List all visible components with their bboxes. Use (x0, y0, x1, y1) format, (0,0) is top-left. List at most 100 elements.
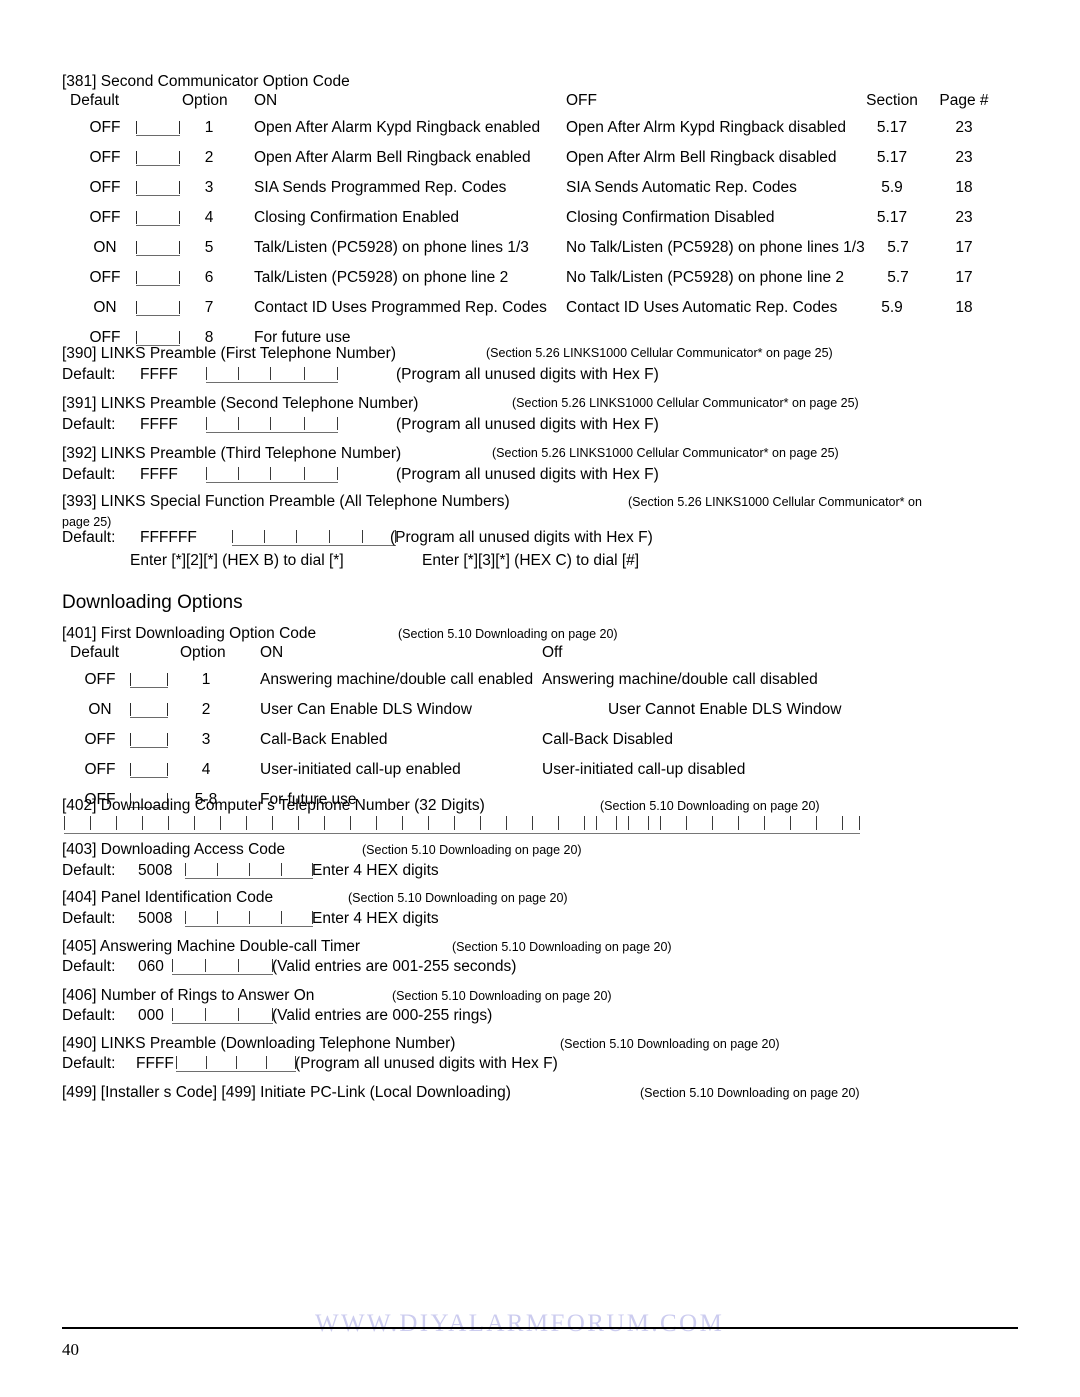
row-option-number: 8 (204, 329, 214, 346)
section-392-note: (Program all unused digits with Hex F) (396, 466, 659, 483)
section-405-note: (Valid entries are 001-255 seconds) (272, 958, 517, 975)
row-default: OFF (89, 179, 121, 196)
option-checkbox[interactable] (136, 210, 180, 228)
option-checkbox[interactable] (130, 732, 168, 750)
row-page: 23 (955, 119, 973, 136)
footer-divider (62, 1327, 1018, 1329)
option-checkbox[interactable] (136, 300, 180, 318)
row-off-text: User Cannot Enable DLS Window (608, 701, 842, 718)
section-406-reference: (Section 5.10 Downloading on page 20) (392, 989, 612, 1003)
row-page: 17 (955, 269, 973, 286)
section-392-reference: (Section 5.26 LINKS1000 Cellular Communi… (492, 446, 839, 460)
row-on-text: Call-Back Enabled (260, 731, 388, 748)
row-page: 23 (955, 209, 973, 226)
row-option-number: 3 (204, 179, 214, 196)
option-checkbox[interactable] (136, 120, 180, 138)
row-option-number: 6 (204, 269, 214, 286)
section-391-entry-field[interactable] (206, 416, 338, 434)
row-default: ON (93, 299, 117, 316)
section-403-title: [403] Downloading Access Code (62, 841, 286, 858)
table-row: OFF 1 Open After Alarm Kypd Ringback ena… (62, 115, 1018, 145)
section-490-default-value: FFFF (136, 1055, 174, 1072)
section-406-entry-field[interactable] (172, 1007, 273, 1025)
table-row: ON 7 Contact ID Uses Programmed Rep. Cod… (62, 295, 1018, 325)
row-page: 18 (955, 299, 973, 316)
row-default: ON (88, 701, 112, 718)
section-403-default-label: Default: (62, 862, 116, 879)
section-390-default-label: Default: (62, 366, 116, 383)
row-page: 23 (955, 149, 973, 166)
section-392-entry-field[interactable] (206, 466, 338, 484)
section-391-note: (Program all unused digits with Hex F) (396, 416, 659, 433)
row-on-text: Talk/Listen (PC5928) on phone lines 1/3 (254, 239, 529, 256)
section-406-default-value: 000 (138, 1007, 164, 1024)
section-405-reference: (Section 5.10 Downloading on page 20) (452, 940, 672, 954)
row-section: 5.9 (881, 299, 903, 316)
table-row: OFF 6 Talk/Listen (PC5928) on phone line… (62, 265, 1018, 295)
section-404-reference: (Section 5.10 Downloading on page 20) (348, 891, 568, 905)
row-section: 5.17 (876, 119, 908, 136)
section-381-table: Default Option ON OFF Section Page # OFF… (62, 93, 1018, 355)
option-checkbox[interactable] (130, 762, 168, 780)
row-option-number: 2 (201, 701, 211, 718)
row-on-text: Contact ID Uses Programmed Rep. Codes (254, 299, 547, 316)
section-390-reference: (Section 5.26 LINKS1000 Cellular Communi… (486, 346, 833, 360)
header-off: OFF (566, 92, 597, 109)
section-490-entry-field[interactable] (176, 1055, 296, 1073)
section-499-reference: (Section 5.10 Downloading on page 20) (640, 1086, 860, 1100)
option-checkbox[interactable] (136, 150, 180, 168)
section-490-default-label: Default: (62, 1055, 116, 1072)
section-390-entry-field[interactable] (206, 366, 338, 384)
row-off-text: No Talk/Listen (PC5928) on phone line 2 (566, 269, 845, 286)
row-option-number: 1 (204, 119, 214, 136)
section-405-default-value: 060 (138, 958, 164, 975)
header-default: Default (70, 644, 120, 661)
section-391-default-label: Default: (62, 416, 116, 433)
section-403-reference: (Section 5.10 Downloading on page 20) (362, 843, 582, 857)
section-393-note: (Program all unused digits with Hex F) (390, 529, 653, 546)
option-checkbox[interactable] (136, 240, 180, 258)
row-option-number: 5 (204, 239, 214, 256)
table-row: OFF 3 Call-Back Enabled Call-Back Disabl… (62, 727, 1018, 757)
header-option: Option (182, 92, 228, 109)
row-page: 18 (955, 179, 973, 196)
section-403-entry-field[interactable] (185, 862, 313, 880)
table-header-row: Default Option ON OFF Section Page # (62, 93, 1018, 115)
row-off-text: User-initiated call-up disabled (542, 761, 746, 778)
section-405-title: [405] Answering Machine Double-call Time… (62, 938, 361, 955)
section-404-note: Enter 4 HEX digits (312, 910, 439, 927)
table-row: OFF 4 Closing Confirmation Enabled Closi… (62, 205, 1018, 235)
option-checkbox[interactable] (130, 672, 168, 690)
section-405-entry-field[interactable] (172, 958, 273, 976)
row-on-text: Closing Confirmation Enabled (254, 209, 460, 226)
section-403-default-value: 5008 (138, 862, 173, 879)
row-on-text: Answering machine/double call enabled (260, 671, 534, 688)
option-checkbox[interactable] (130, 702, 168, 720)
section-490-note: (Program all unused digits with Hex F) (295, 1055, 558, 1072)
header-off: Off (542, 644, 563, 661)
row-option-number: 3 (201, 731, 211, 748)
option-checkbox[interactable] (136, 270, 180, 288)
watermark: WWW.DIYALARMFORUM.COM (315, 1310, 725, 1337)
section-402-phone-number-field[interactable] (64, 816, 860, 834)
section-393-default-value: FFFFFF (140, 529, 197, 546)
row-option-number: 2 (204, 149, 214, 166)
section-402-title: [402] Downloading Computer s Telephone N… (62, 797, 485, 814)
row-default: OFF (84, 731, 116, 748)
row-default: OFF (84, 761, 116, 778)
section-393-entry-field[interactable] (232, 529, 396, 547)
section-404-entry-field[interactable] (185, 910, 313, 928)
row-off-text: No Talk/Listen (PC5928) on phone lines 1… (566, 239, 865, 256)
section-393-title: [393] LINKS Special Function Preamble (A… (62, 493, 510, 510)
row-option-number: 1 (201, 671, 211, 688)
row-off-text: Open After Alrm Kypd Ringback disabled (566, 119, 847, 136)
row-on-text: User-initiated call-up enabled (260, 761, 461, 778)
row-section: 5.17 (876, 149, 908, 166)
row-off-text: Call-Back Disabled (542, 731, 673, 748)
section-390-default-value: FFFF (140, 366, 178, 383)
section-404-title: [404] Panel Identification Code (62, 889, 274, 906)
row-default: OFF (89, 269, 121, 286)
option-checkbox[interactable] (136, 180, 180, 198)
section-499-title: [499] [Installer s Code] [499] Initiate … (62, 1084, 511, 1101)
section-393-default-label: Default: (62, 529, 116, 546)
